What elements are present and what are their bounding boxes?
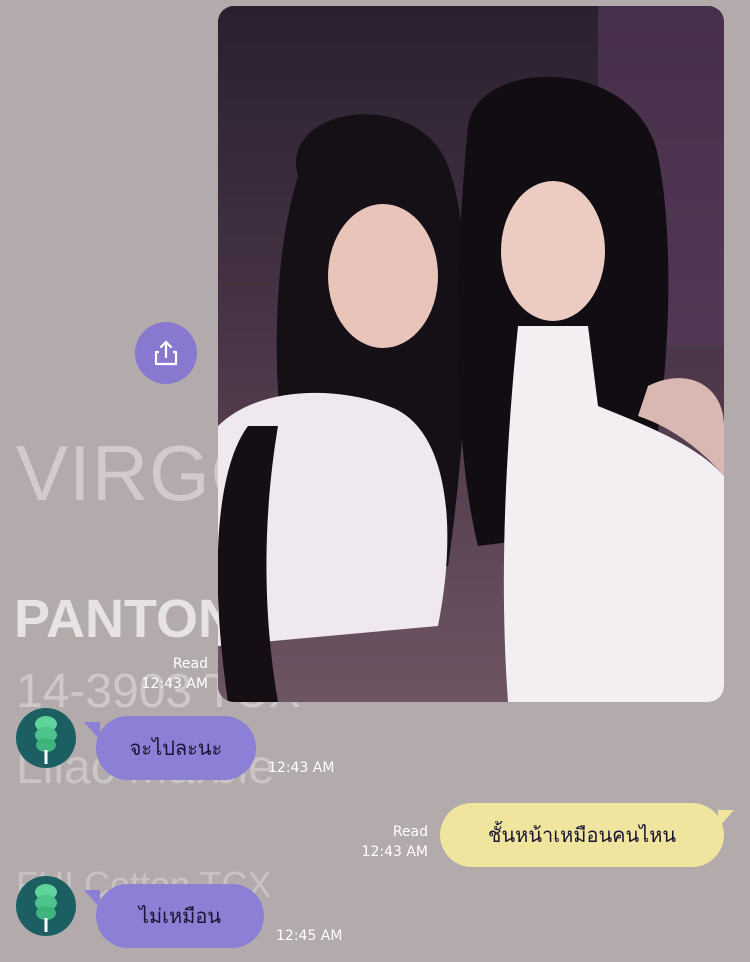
incoming-message-bubble[interactable]: จะไปละนะ	[96, 716, 256, 780]
message-text: ชั้นหน้าเหมือนคนไหน	[487, 823, 677, 847]
share-icon	[154, 340, 178, 366]
contact-avatar[interactable]	[16, 708, 76, 768]
message-time: 12:43 AM	[141, 676, 208, 692]
lollipop-icon	[35, 884, 57, 932]
photo-illustration	[218, 6, 724, 702]
message-text: ไม่เหมือน	[138, 904, 222, 928]
message-time: 12:45 AM	[276, 928, 343, 944]
read-status: Read	[392, 824, 428, 840]
message-time: 12:43 AM	[268, 760, 335, 776]
sent-photo[interactable]	[218, 6, 724, 702]
contact-avatar[interactable]	[16, 876, 76, 936]
lollipop-icon	[35, 716, 57, 764]
message-text: จะไปละนะ	[129, 736, 223, 760]
incoming-message-bubble[interactable]: ไม่เหมือน	[96, 884, 264, 948]
outgoing-message-bubble[interactable]: ชั้นหน้าเหมือนคนไหน	[440, 803, 724, 867]
share-button[interactable]	[135, 322, 197, 384]
read-status: Read	[172, 656, 208, 672]
message-time: 12:43 AM	[361, 844, 428, 860]
